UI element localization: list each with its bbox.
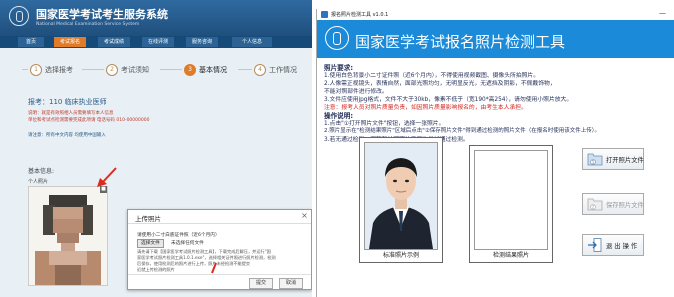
photo-check-tool-window: 报名照片检测工具 v1.0.1 — 国家医学考试报名照片检测工具 照片要求: 1… — [316, 9, 674, 297]
notice-line-2: 单位和考试点检测需要完成此项请 电话号码 010-00000000 — [28, 118, 150, 123]
standard-photo-caption: 标准照片示例 — [382, 252, 419, 259]
input-remark: 请注意：所有中文内容 均使用中国输入 — [28, 133, 106, 138]
dialog-close-icon[interactable]: × — [300, 211, 309, 220]
open-photo-file-label: 打开照片文件 — [606, 156, 644, 164]
step-select-exam: 1 选择报考 — [30, 62, 73, 78]
basic-info-label: 基本信息: — [28, 168, 55, 175]
app-window-icon — [321, 11, 328, 18]
exit-label: 退 出 操 作 — [606, 242, 638, 250]
svg-text:1: 1 — [592, 160, 595, 165]
site-logo-icon — [9, 6, 29, 26]
operation-2: 2.照片显示在"检测结果照片"区域后点击"②保存照片文件"得到通过检测的照片文件… — [324, 128, 601, 134]
photo-requirement-hint: 请使用小二寸白底证件照（近6个月内） — [137, 233, 220, 238]
standard-photo-example: 标准照片示例 — [359, 137, 443, 263]
exit-button[interactable]: 退 出 操 作 — [582, 234, 644, 256]
step-basic-info: 3 基本情况 — [184, 62, 227, 78]
dialog-divider — [128, 223, 311, 224]
exam-selection: 报考：110 临床执业医师 — [28, 98, 107, 106]
no-file-chosen-text: 未选择任何文件 — [171, 241, 204, 246]
nav-personal-info[interactable]: 个人信息 — [232, 37, 272, 47]
window-title: 报名照片检测工具 v1.0.1 — [331, 12, 389, 18]
exam-logo-icon — [325, 26, 349, 50]
portrait-illustration-icon — [365, 143, 437, 249]
red-pointer-annotation-icon — [211, 262, 217, 274]
minimize-button[interactable]: — — [659, 9, 666, 17]
nav-exam-registration[interactable]: 考试报名 — [54, 37, 86, 47]
site-subtitle: National Medical Examination Service Sys… — [36, 22, 140, 27]
site-title: 国家医学考试考生服务系统 — [36, 8, 168, 21]
standard-portrait-image — [364, 142, 438, 250]
notice-line-1: 说明：就是有效照相人员需要填写本人信息 — [28, 111, 114, 116]
save-photo-file-label: 保存照片文件 — [606, 201, 644, 209]
exam-service-website: 国家医学考试考生服务系统 National Medical Examinatio… — [0, 0, 312, 297]
dialog-note-4: 近就上传检测的照片 — [137, 267, 175, 272]
submit-button[interactable]: 提交 — [249, 278, 273, 289]
site-header: 国家医学考试考生服务系统 National Medical Examinatio… — [0, 0, 312, 36]
folder-open-icon: 1 — [587, 151, 603, 167]
nav-home[interactable]: 首页 — [18, 37, 44, 47]
nav-service-consult[interactable]: 服务咨询 — [186, 37, 218, 47]
save-photo-file-button[interactable]: 2 保存照片文件 — [582, 193, 644, 215]
red-arrow-annotation-icon — [97, 167, 117, 187]
pixelated-person-photo — [28, 186, 108, 286]
nav-online-assessment[interactable]: 在线评测 — [142, 37, 174, 47]
dialog-footer-divider — [128, 274, 311, 275]
folder-save-icon: 2 — [587, 196, 603, 212]
personal-photo-label: 个人照片 — [28, 179, 49, 185]
window-titlebar: 报名照片检测工具 v1.0.1 — — [317, 9, 674, 20]
nav-exam-scores[interactable]: 考试成绩 — [98, 37, 130, 47]
upload-photo-dialog: 上传照片 × 请使用小二寸白底证件照（近6个月内） 选择文件 未选择任何文件 请… — [127, 209, 312, 290]
result-photo-area — [474, 150, 548, 250]
dialog-title: 上传照片 — [135, 215, 161, 223]
result-photo-caption: 检测结果照片 — [492, 252, 529, 259]
quality-warning: 注意：报考人员对照片质量负责，如因照片质量影响报名的，由考生本人承担。 — [324, 105, 527, 111]
step-exam-notice: 2 考试须知 — [106, 62, 149, 78]
result-photo-panel: 检测结果照片 — [469, 145, 553, 263]
exit-arrow-icon — [587, 237, 603, 253]
svg-text:2: 2 — [592, 205, 595, 210]
open-photo-file-button[interactable]: 1 打开照片文件 — [582, 148, 644, 170]
cancel-button[interactable]: 取消 — [279, 278, 303, 289]
choose-file-button[interactable]: 选择文件 — [137, 239, 164, 248]
registration-steps: 1 选择报考 2 考试须知 3 基本情况 4 工作情况 — [0, 62, 312, 78]
banner-title: 国家医学考试报名照片检测工具 — [355, 33, 566, 51]
app-banner: 国家医学考试报名照片检测工具 — [317, 20, 674, 58]
site-nav: 首页 考试报名 考试成绩 在线评测 服务咨询 个人信息 — [0, 36, 312, 48]
step-work-info: 4 工作情况 — [254, 62, 297, 78]
